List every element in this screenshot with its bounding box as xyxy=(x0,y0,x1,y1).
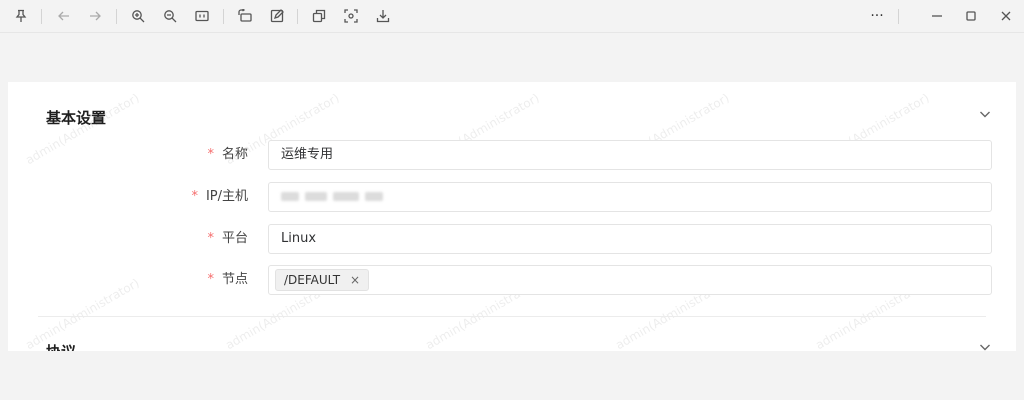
form-row-host: * IP/主机 xyxy=(8,182,1016,212)
field-label: * 节点 xyxy=(207,265,248,295)
toolbar-divider xyxy=(223,9,224,24)
redacted-text xyxy=(305,192,327,201)
back-icon[interactable] xyxy=(53,6,75,26)
title-bar: ··· xyxy=(0,0,1024,33)
fit-icon[interactable] xyxy=(191,6,213,26)
platform-select[interactable]: Linux xyxy=(268,224,992,254)
field-label-text: 节点 xyxy=(221,272,248,287)
section-divider xyxy=(38,316,986,317)
forward-icon[interactable] xyxy=(84,6,106,26)
toolbar-divider xyxy=(116,9,117,24)
maximize-icon[interactable] xyxy=(960,6,982,26)
host-input[interactable] xyxy=(268,182,992,212)
asset-form-card: admin(Administrator) admin(Administrator… xyxy=(8,82,1016,351)
required-mark: * xyxy=(207,147,214,162)
field-label-text: 平台 xyxy=(221,231,248,246)
more-button[interactable]: ··· xyxy=(866,6,888,26)
node-select[interactable]: /DEFAULT × xyxy=(268,265,992,295)
field-label: * 名称 xyxy=(207,140,248,170)
redacted-text xyxy=(365,192,383,201)
toolbar-divider xyxy=(41,9,42,24)
form-row-platform: * 平台 Linux xyxy=(8,224,1016,254)
redacted-text xyxy=(281,192,299,201)
tag-close-icon[interactable]: × xyxy=(350,273,360,287)
minimize-icon[interactable] xyxy=(926,6,948,26)
pin-icon[interactable] xyxy=(10,6,32,26)
field-label-text: 名称 xyxy=(221,147,248,162)
form-row-name: * 名称 运维专用 xyxy=(8,140,1016,170)
close-icon[interactable] xyxy=(995,6,1017,26)
toolbar-divider xyxy=(898,9,899,24)
node-tag: /DEFAULT × xyxy=(275,269,370,291)
chevron-down-icon[interactable] xyxy=(978,106,994,122)
required-mark: * xyxy=(207,272,214,287)
section-title-basic: 基本设置 xyxy=(46,109,107,127)
save-icon[interactable] xyxy=(372,6,394,26)
chevron-down-icon[interactable] xyxy=(978,339,994,351)
field-label-text: IP/主机 xyxy=(205,189,248,204)
copy-icon[interactable] xyxy=(308,6,330,26)
field-label: * 平台 xyxy=(207,224,248,254)
rotate-icon[interactable] xyxy=(234,6,256,26)
field-label: * IP/主机 xyxy=(191,182,248,212)
form-row-node: * 节点 /DEFAULT × xyxy=(8,265,1016,295)
section-title-protocol: 协议 xyxy=(46,341,76,351)
toolbar-divider xyxy=(297,9,298,24)
edit-icon[interactable] xyxy=(266,6,288,26)
zoom-out-icon[interactable] xyxy=(159,6,181,26)
screenshot-icon[interactable] xyxy=(340,6,362,26)
required-mark: * xyxy=(191,189,198,204)
required-mark: * xyxy=(207,231,214,246)
node-tag-label: /DEFAULT xyxy=(284,273,341,287)
redacted-text xyxy=(333,192,359,201)
name-input[interactable]: 运维专用 xyxy=(268,140,992,170)
zoom-in-icon[interactable] xyxy=(127,6,149,26)
